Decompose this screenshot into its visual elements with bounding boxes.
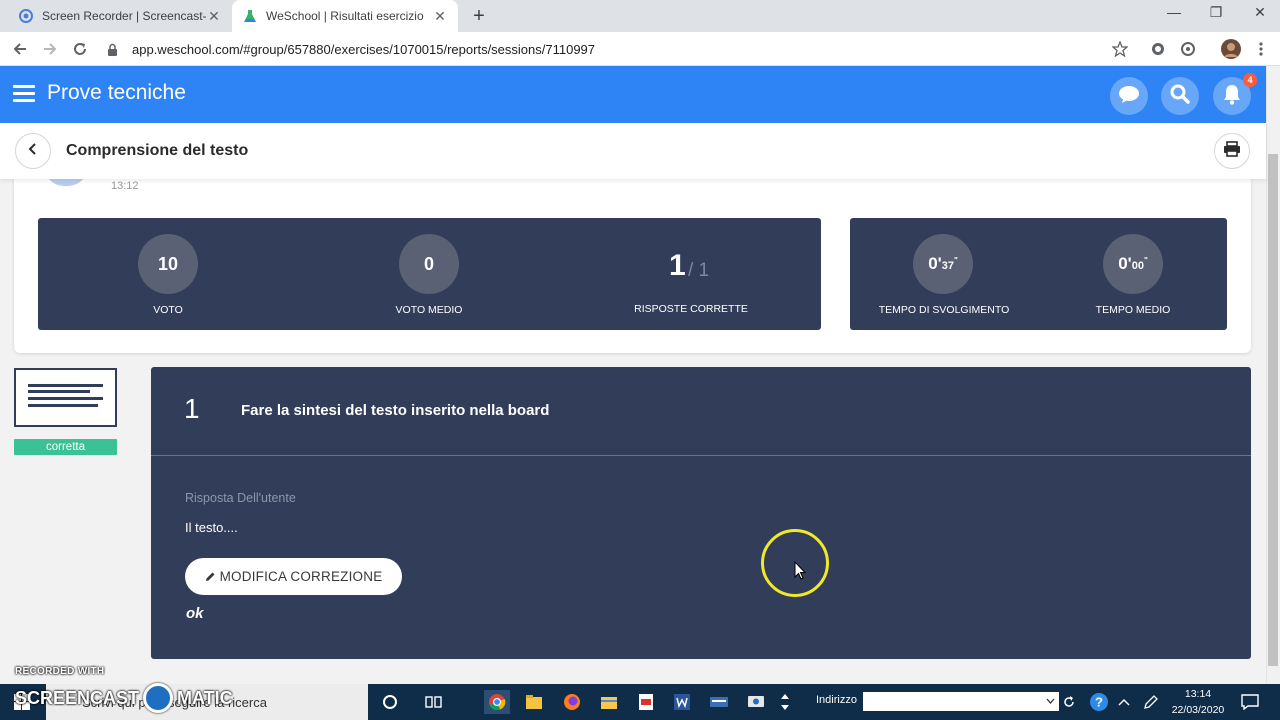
profile-avatar[interactable] (1220, 38, 1242, 60)
tab-screen-recorder[interactable]: Screen Recorder | Screencast-O-M ✕ (8, 0, 232, 32)
chrome-taskbar-icon[interactable] (484, 690, 510, 714)
file-explorer-icon[interactable] (597, 690, 621, 714)
taskbar-clock[interactable]: 13:14 22/03/2020 (1166, 686, 1230, 718)
pdf-app-icon[interactable] (634, 690, 658, 714)
weschool-favicon-icon (242, 8, 258, 24)
correct-answers-label: RISPOSTE CORRETTE (634, 303, 748, 315)
address-go-icon[interactable] (1060, 690, 1078, 714)
score-label: VOTO (153, 304, 183, 316)
watermark-recorded-with: RECORDED WITH (15, 666, 105, 677)
search-icon (1170, 84, 1190, 109)
cortana-icon[interactable] (378, 690, 402, 714)
new-tab-icon[interactable]: + (468, 5, 490, 28)
chat-button[interactable] (1110, 77, 1148, 115)
notification-count-badge: 4 (1243, 73, 1257, 87)
chevron-left-icon (28, 142, 38, 160)
completion-time-label: TEMPO DI SVOLGIMENTO (878, 304, 1010, 316)
average-time-label: TEMPO MEDIO (1095, 304, 1171, 316)
submission-time: 13:12 (111, 180, 139, 192)
maximize-window-icon[interactable]: ❐ (1196, 4, 1236, 21)
task-view-icon[interactable] (422, 690, 446, 714)
exercise-title: Comprensione del testo (66, 142, 249, 159)
question-thumbnail[interactable] (14, 368, 117, 427)
screencast-logo-icon (143, 683, 174, 713)
browser-toolbar: app.weschool.com/#group/657880/exercises… (0, 32, 1280, 66)
browser-menu-icon[interactable] (1252, 40, 1270, 58)
total-answers-value: / 1 (688, 260, 710, 281)
tab-title: WeSchool | Risultati esercizio (266, 9, 424, 23)
watermark-logo-text: SCREENCAST MATIC (15, 683, 233, 713)
edit-correction-label: MODIFICA CORREZIONE (219, 569, 383, 584)
extension-c-icon[interactable] (1179, 40, 1197, 58)
edit-correction-button[interactable]: MODIFICA CORREZIONE (185, 558, 402, 595)
back-button[interactable] (15, 133, 51, 169)
close-window-icon[interactable]: ✕ (1240, 4, 1280, 21)
notification-center-icon[interactable] (1238, 690, 1262, 714)
exercise-header: Comprensione del testo (0, 123, 1266, 179)
tab-title: Screen Recorder | Screencast-O-M (42, 9, 206, 23)
scrollbar-thumb[interactable] (1268, 154, 1278, 666)
pencil-icon (205, 571, 216, 582)
printer-icon (1223, 140, 1241, 162)
search-button[interactable] (1161, 77, 1199, 115)
forward-arrow-icon[interactable] (40, 39, 60, 59)
bookmark-star-icon[interactable] (1111, 40, 1129, 58)
screencast-app-icon[interactable] (744, 690, 768, 714)
app-header: Prove tecniche (0, 66, 1266, 123)
correct-answers-value: 1 (669, 249, 686, 282)
address-bar[interactable]: app.weschool.com/#group/657880/exercises… (104, 36, 1136, 62)
question-divider (151, 455, 1251, 456)
clock-time: 13:14 (1184, 688, 1212, 700)
bell-icon (1222, 83, 1242, 110)
svg-text:?: ? (1095, 695, 1103, 710)
correction-comment: ok (186, 605, 204, 622)
completion-time-value: 0' 37 " (913, 234, 973, 294)
print-button[interactable] (1214, 133, 1250, 169)
question-text: Fare la sintesi del testo inserito nella… (241, 402, 550, 419)
taskbar-address-input[interactable] (863, 692, 1059, 711)
word-icon[interactable] (670, 690, 694, 714)
status-badge: corretta (14, 439, 117, 455)
menu-hamburger-icon[interactable] (13, 85, 35, 103)
chevron-up-icon[interactable] (1112, 690, 1136, 714)
browser-tab-strip: Screen Recorder | Screencast-O-M ✕ WeSch… (0, 0, 1280, 32)
question-number: 1 (184, 393, 200, 424)
url-text: app.weschool.com/#group/657880/exercises… (132, 41, 596, 57)
group-title: Prove tecniche (47, 81, 186, 104)
average-score-value: 0 (399, 234, 459, 294)
tab-weschool[interactable]: WeSchool | Risultati esercizio ✕ (232, 0, 458, 32)
dropdown-chevron-icon[interactable] (1046, 694, 1055, 712)
taskbar-scroll-arrows-icon[interactable] (778, 690, 792, 714)
minimize-window-icon[interactable]: — (1154, 4, 1194, 20)
firefox-icon[interactable] (560, 690, 584, 714)
chat-bubble-icon (1118, 84, 1140, 109)
average-score-label: VOTO MEDIO (395, 304, 463, 316)
mouse-pointer-icon (794, 560, 807, 586)
keyboard-app-icon[interactable] (707, 690, 731, 714)
clock-date: 22/03/2020 (1171, 704, 1225, 716)
average-time-value: 0' 00 " (1103, 234, 1163, 294)
close-tab-icon[interactable]: ✕ (206, 8, 222, 25)
screencast-favicon-icon (18, 8, 34, 24)
user-answer: Il testo.... (185, 520, 238, 535)
reload-icon[interactable] (70, 39, 90, 59)
pen-tray-icon[interactable] (1139, 690, 1163, 714)
file-folder-icon[interactable] (522, 690, 546, 714)
help-icon[interactable]: ? (1087, 690, 1111, 714)
taskbar-address-label: Indirizzo (816, 694, 857, 706)
close-tab-icon[interactable]: ✕ (432, 8, 448, 25)
lock-icon (104, 43, 120, 56)
score-value: 10 (138, 234, 198, 294)
answer-label: Risposta Dell'utente (185, 491, 296, 505)
extension-icon[interactable] (1149, 40, 1167, 58)
back-arrow-icon[interactable] (10, 39, 30, 59)
